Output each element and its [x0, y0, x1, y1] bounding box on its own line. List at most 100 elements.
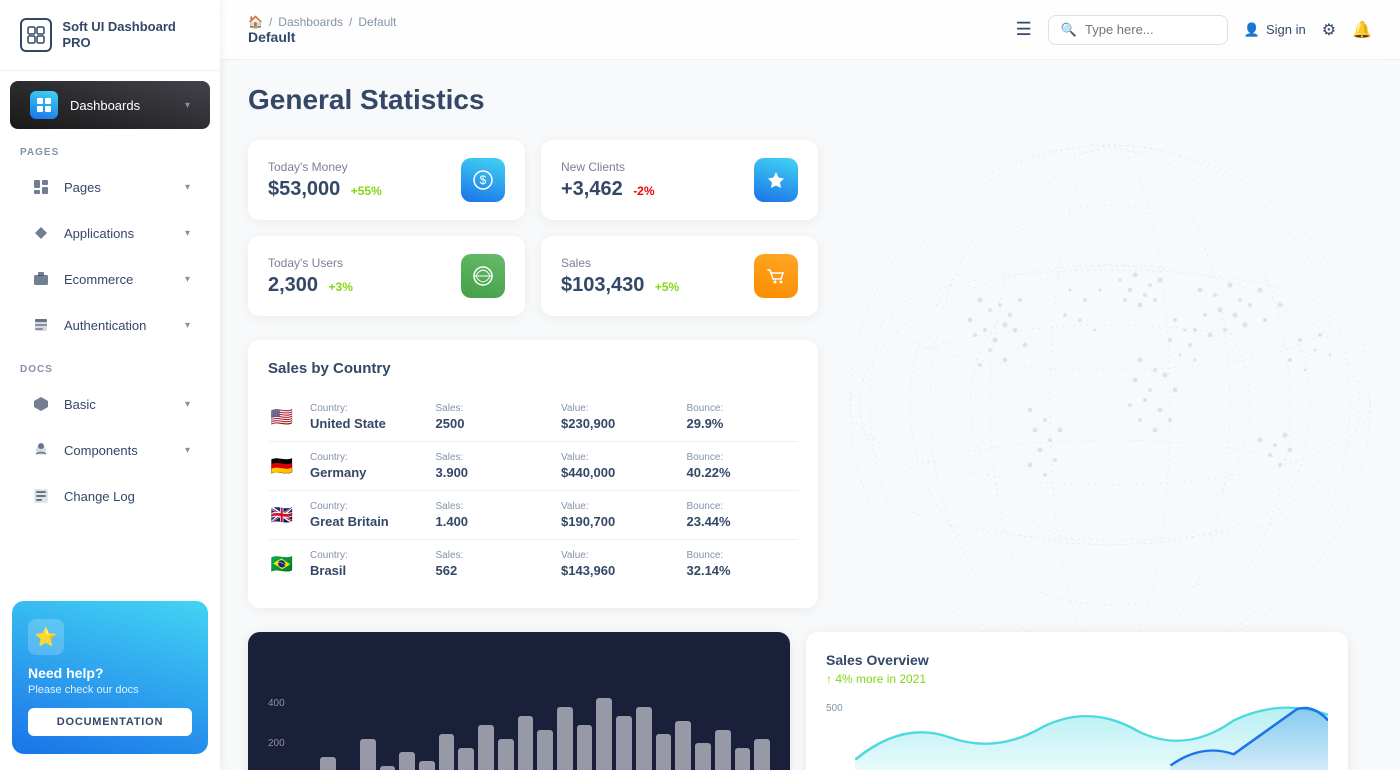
bar	[498, 739, 514, 770]
page-title: General Statistics	[248, 84, 1372, 116]
pages-section-label: PAGES	[0, 131, 220, 164]
country-col: Country: Brasil	[310, 550, 422, 578]
signin-button[interactable]: 👤 Sign in	[1244, 22, 1306, 38]
country-rows: 🇺🇸 Country: United State Sales: 2500 Val…	[268, 393, 798, 588]
line-chart-card: Sales Overview ↑ 4% more in 2021 500 400	[806, 632, 1348, 770]
hamburger-icon[interactable]: ☰	[1016, 19, 1032, 40]
value-header: Value:	[561, 550, 673, 561]
sales-value: 3.900	[436, 465, 548, 480]
bar	[754, 739, 770, 770]
up-arrow-icon: ↑	[826, 672, 832, 686]
bar	[596, 698, 612, 770]
stat-clients-number: +3,462	[561, 178, 623, 200]
sidebar-item-pages[interactable]: Pages ▾	[10, 166, 210, 208]
sidebar-item-components[interactable]: Components ▾	[10, 429, 210, 471]
chevron-down-icon: ▾	[185, 445, 190, 456]
value-header: Value:	[561, 403, 673, 414]
sales-header: Sales:	[436, 550, 548, 561]
separator: /	[269, 15, 272, 29]
bounce-header: Bounce:	[687, 501, 799, 512]
bar	[439, 734, 455, 770]
stat-sales-change: +5%	[655, 280, 679, 294]
bar	[616, 716, 632, 770]
line-chart-subtitle: ↑ 4% more in 2021	[826, 672, 1328, 686]
search-input[interactable]	[1085, 22, 1215, 37]
pages-icon	[30, 176, 52, 198]
topbar: 🏠 / Dashboards / Default Default ☰ 🔍 👤 S…	[220, 0, 1400, 60]
value-amount: $190,700	[561, 514, 673, 529]
bar	[458, 748, 474, 770]
country-row: 🇬🇧 Country: Great Britain Sales: 1.400 V…	[268, 491, 798, 540]
country-flag: 🇬🇧	[268, 505, 296, 525]
settings-icon[interactable]: ⚙	[1322, 20, 1336, 40]
sidebar-item-label-applications: Applications	[64, 226, 134, 241]
value-col: Value: $230,900	[561, 403, 673, 431]
notifications-icon[interactable]: 🔔	[1352, 20, 1372, 40]
documentation-button[interactable]: DOCUMENTATION	[28, 708, 192, 736]
search-box: 🔍	[1048, 15, 1228, 45]
breadcrumb-dashboards: Dashboards	[278, 15, 343, 29]
bar	[537, 730, 553, 770]
sales-by-country-section: Sales by Country 🇺🇸 Country: United Stat…	[248, 340, 818, 608]
country-col: Country: Great Britain	[310, 501, 422, 529]
stat-card-clients: New Clients +3,462 -2%	[541, 140, 818, 220]
sidebar-item-label-pages: Pages	[64, 180, 101, 195]
clients-icon	[754, 158, 798, 202]
sales-header: Sales:	[436, 403, 548, 414]
stat-users-change: +3%	[329, 280, 353, 294]
bar-chart-bars	[301, 698, 770, 770]
chevron-down-icon: ▾	[185, 228, 190, 239]
sales-value: 562	[436, 563, 548, 578]
globe-bg	[820, 120, 1400, 690]
breadcrumb-current: Default	[358, 15, 396, 29]
stat-card-money: Today's Money $53,000 +55% $	[248, 140, 525, 220]
chevron-down-icon: ▾	[185, 320, 190, 331]
country-row: 🇺🇸 Country: United State Sales: 2500 Val…	[268, 393, 798, 442]
chevron-down-icon: ▾	[185, 399, 190, 410]
breadcrumb: 🏠 / Dashboards / Default Default	[248, 15, 396, 45]
help-box: ⭐ Need help? Please check our docs DOCUM…	[12, 601, 208, 754]
signin-label: Sign in	[1266, 22, 1306, 37]
sidebar-item-ecommerce[interactable]: Ecommerce ▾	[10, 258, 210, 300]
country-header: Country:	[310, 452, 422, 463]
sidebar-item-applications[interactable]: Applications ▾	[10, 212, 210, 254]
sidebar-item-label-ecommerce: Ecommerce	[64, 272, 133, 287]
bar	[380, 766, 396, 770]
docs-section-label: DOCS	[0, 348, 220, 381]
value-amount: $143,960	[561, 563, 673, 578]
help-subtitle: Please check our docs	[28, 684, 192, 696]
value-amount: $440,000	[561, 465, 673, 480]
stat-clients-value: +3,462 -2%	[561, 178, 655, 201]
stats-grid: Today's Money $53,000 +55% $ New Client	[248, 140, 818, 316]
sidebar-item-basic[interactable]: Basic ▾	[10, 383, 210, 425]
topbar-right: ☰ 🔍 👤 Sign in ⚙ 🔔	[1016, 15, 1372, 45]
content-area: General Statistics Today's Money $53,000…	[220, 60, 1400, 770]
bar	[399, 752, 415, 770]
bar	[735, 748, 751, 770]
bar	[320, 757, 336, 770]
y-label-400: 400	[268, 698, 285, 709]
sales-icon	[754, 254, 798, 298]
users-icon	[461, 254, 505, 298]
stat-clients-change: -2%	[633, 184, 654, 198]
sidebar-item-changelog[interactable]: Change Log	[10, 475, 210, 517]
bar	[675, 721, 691, 770]
applications-icon	[30, 222, 52, 244]
main-area: 🏠 / Dashboards / Default Default ☰ 🔍 👤 S…	[220, 0, 1400, 770]
bounce-col: Bounce: 29.9%	[687, 403, 799, 431]
line-chart-title: Sales Overview	[826, 652, 1328, 668]
line-y-500: 500	[826, 703, 843, 714]
basic-icon	[30, 393, 52, 415]
stat-clients-label: New Clients	[561, 160, 655, 174]
bar-chart-card: 400 200 0	[248, 632, 790, 770]
country-name: Brasil	[310, 563, 422, 578]
stat-money-change: +55%	[351, 184, 382, 198]
country-name: United State	[310, 416, 422, 431]
sidebar-item-authentication[interactable]: Authentication ▾	[10, 304, 210, 346]
bar	[419, 761, 435, 770]
bounce-col: Bounce: 23.44%	[687, 501, 799, 529]
sidebar-item-dashboards[interactable]: Dashboards ▾	[10, 81, 210, 129]
sidebar-item-label-components: Components	[64, 443, 138, 458]
country-flag: 🇧🇷	[268, 554, 296, 574]
sales-value: 2500	[436, 416, 548, 431]
